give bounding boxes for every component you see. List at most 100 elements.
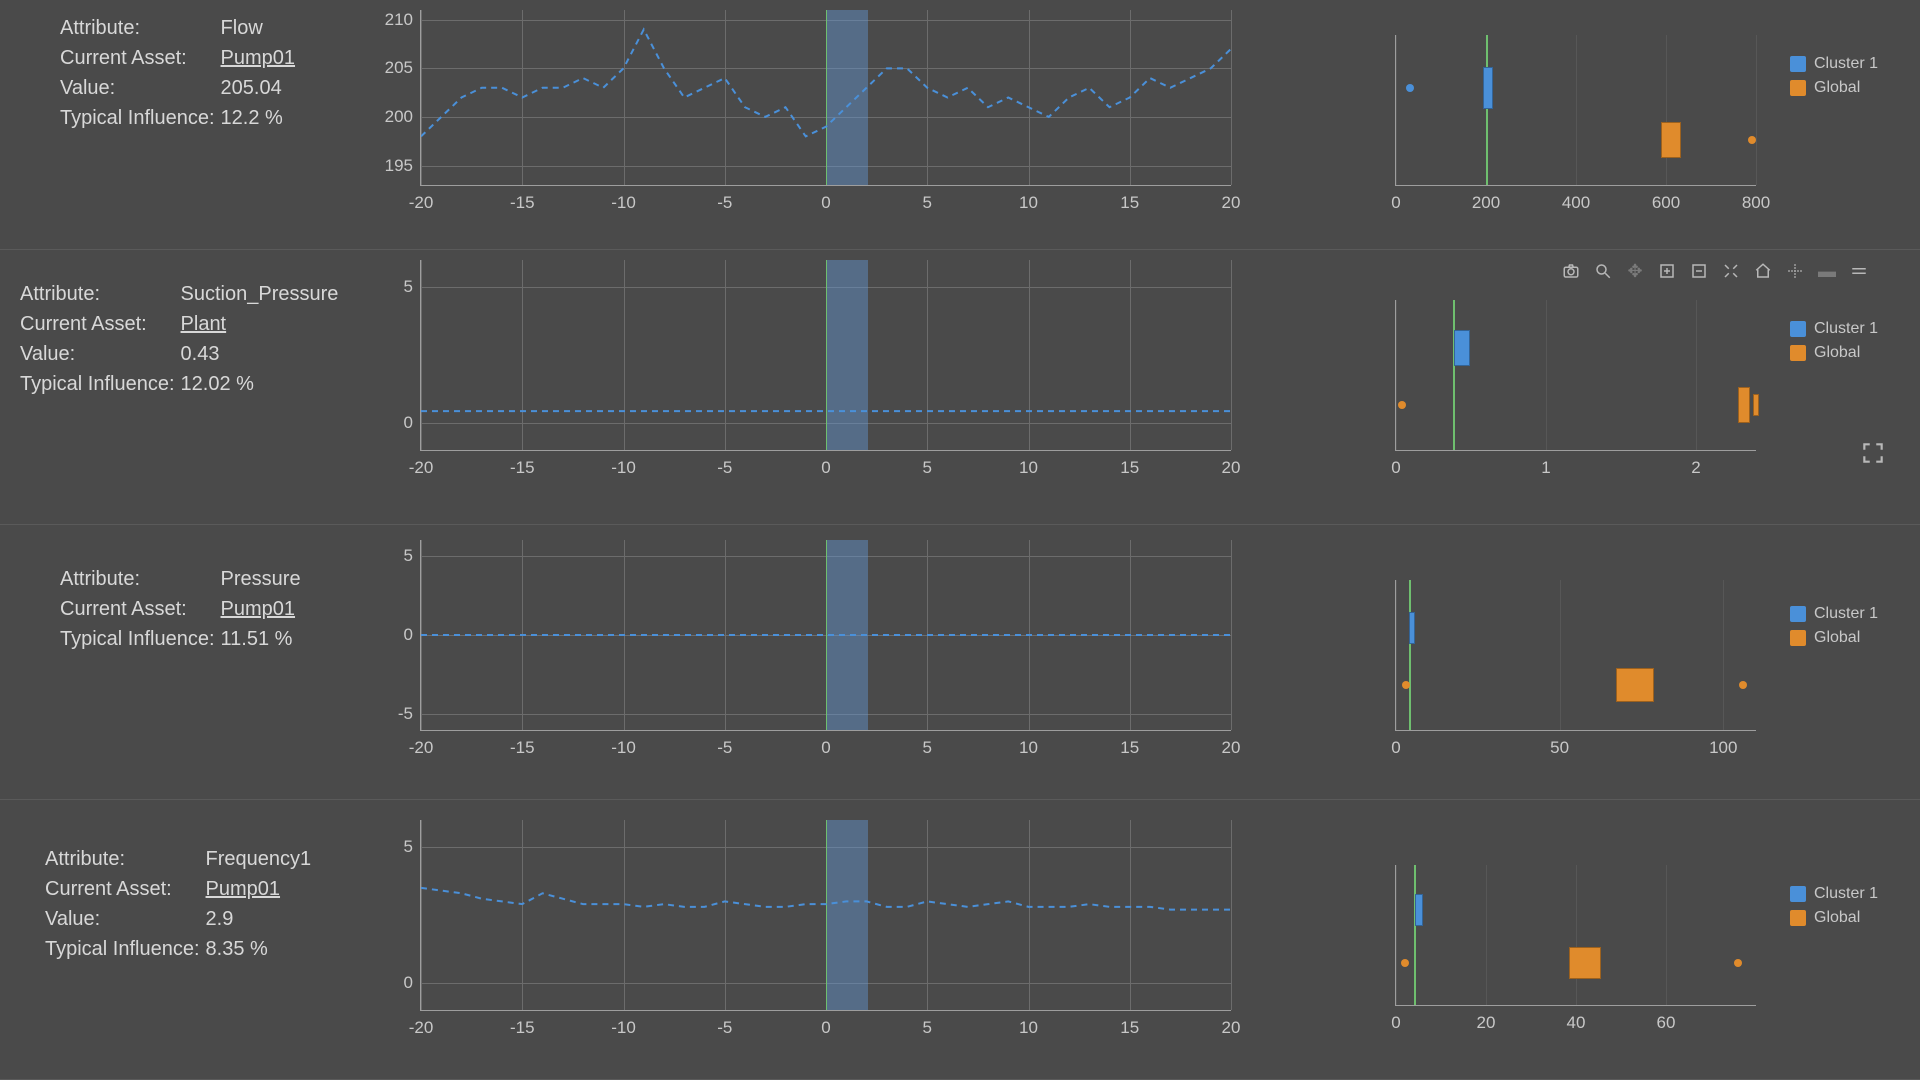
x-tick: 15: [1120, 458, 1139, 478]
x-tick: 60: [1657, 1013, 1676, 1033]
legend-swatch-cluster: [1790, 56, 1806, 72]
distribution-chart[interactable]: 050100: [1380, 580, 1760, 760]
dist-box: [1753, 394, 1759, 416]
y-tick: 0: [404, 413, 413, 433]
legend[interactable]: Cluster 1Global: [1790, 55, 1910, 103]
x-tick: 15: [1120, 1018, 1139, 1038]
metric-row-suction_pressure: Attribute:Suction_PressureCurrent Asset:…: [0, 250, 1920, 525]
x-tick: 10: [1019, 458, 1038, 478]
x-tick: -20: [409, 738, 434, 758]
x-tick: -15: [510, 193, 535, 213]
x-tick: -15: [510, 458, 535, 478]
legend[interactable]: Cluster 1Global: [1790, 605, 1910, 653]
x-tick: 0: [821, 193, 830, 213]
y-tick: 210: [385, 10, 413, 30]
timeseries-chart[interactable]: -20-15-10-50510152005: [375, 260, 1245, 480]
hover-closest-icon[interactable]: ▬: [1816, 260, 1838, 282]
camera-icon[interactable]: [1560, 260, 1582, 282]
legend[interactable]: Cluster 1 Global: [1790, 320, 1910, 368]
asset-link[interactable]: Pump01: [221, 598, 296, 620]
x-tick: 20: [1222, 193, 1241, 213]
cluster-marker-line: [1409, 580, 1411, 730]
legend-swatch-cluster: [1790, 321, 1806, 337]
x-tick: -10: [611, 458, 636, 478]
distribution-chart[interactable]: 0 20 40 60: [1380, 865, 1760, 1035]
info-panel: Attribute:Frequency1Current Asset:Pump01…: [45, 845, 415, 965]
x-tick: 0: [1391, 1013, 1400, 1033]
label-attribute: Attribute:: [60, 14, 221, 44]
asset-link[interactable]: Pump01: [206, 878, 281, 900]
distribution-chart[interactable]: 012: [1380, 300, 1760, 480]
label-value: Value:: [60, 74, 221, 104]
x-tick: 800: [1742, 193, 1770, 213]
y-tick: 5: [404, 546, 413, 566]
pan-icon[interactable]: ✥: [1624, 260, 1646, 282]
legend-label-global: Global: [1814, 344, 1860, 362]
label-value: Value:: [45, 905, 206, 935]
expand-icon[interactable]: [1860, 440, 1886, 471]
x-tick: 0: [1391, 193, 1400, 213]
value-value: 205.04: [221, 74, 302, 104]
x-tick: 20: [1477, 1013, 1496, 1033]
asset-link[interactable]: Plant: [181, 313, 227, 335]
zoom-icon[interactable]: [1592, 260, 1614, 282]
label-asset: Current Asset:: [45, 875, 206, 905]
home-icon[interactable]: [1752, 260, 1774, 282]
timeseries-chart[interactable]: -20-15-10-505101520-505: [375, 540, 1245, 760]
value-influence: 8.35 %: [206, 935, 318, 965]
x-tick: -5: [717, 1018, 732, 1038]
x-tick: -10: [611, 193, 636, 213]
x-tick: 15: [1120, 738, 1139, 758]
label-attribute: Attribute:: [60, 565, 221, 595]
y-tick: 5: [404, 277, 413, 297]
x-tick: -10: [611, 738, 636, 758]
timeseries-chart[interactable]: -20-15-10-505101520195200205210: [375, 10, 1245, 215]
dist-box: [1569, 947, 1601, 979]
y-tick: 195: [385, 156, 413, 176]
cluster-marker-line: [1453, 300, 1455, 450]
metric-row-frequency1: Attribute:Frequency1Current Asset:Pump01…: [0, 800, 1920, 1080]
value-value: 2.9: [206, 905, 318, 935]
autoscale-icon[interactable]: [1720, 260, 1742, 282]
cluster-marker-line: [1486, 35, 1488, 185]
x-tick: -20: [409, 458, 434, 478]
legend-swatch-global: [1790, 345, 1806, 361]
trace-line: [421, 260, 1231, 450]
label-asset: Current Asset:: [20, 310, 181, 340]
info-panel: Attribute:Suction_PressureCurrent Asset:…: [20, 280, 390, 400]
zoom-in-icon[interactable]: [1656, 260, 1678, 282]
x-tick: 20: [1222, 458, 1241, 478]
dist-point: [1402, 681, 1410, 689]
dist-point: [1739, 681, 1747, 689]
asset-link[interactable]: Pump01: [221, 47, 296, 69]
dist-box: [1483, 67, 1493, 109]
metric-row-pressure: Attribute:PressureCurrent Asset:Pump01Ty…: [0, 525, 1920, 800]
value-influence: 12.02 %: [181, 370, 345, 400]
dist-box: [1738, 387, 1750, 423]
legend-label-cluster: Cluster 1: [1814, 320, 1878, 338]
trace-line: [421, 10, 1231, 185]
x-tick: 20: [1222, 738, 1241, 758]
distribution-chart[interactable]: 0200400600800: [1380, 35, 1760, 215]
trace-line: [421, 540, 1231, 730]
dist-box: [1415, 894, 1423, 926]
dist-point: [1398, 401, 1406, 409]
x-tick: 5: [923, 1018, 932, 1038]
timeseries-chart[interactable]: -20-15-10-50510152005: [375, 820, 1245, 1040]
legend-label-cluster: Cluster 1: [1814, 605, 1878, 623]
x-tick: -10: [611, 1018, 636, 1038]
value-influence: 11.51 %: [221, 625, 307, 655]
value-attribute: Pressure: [221, 565, 307, 595]
label-value: Value:: [20, 340, 181, 370]
x-tick: -5: [717, 193, 732, 213]
zoom-out-icon[interactable]: [1688, 260, 1710, 282]
x-tick: 5: [923, 738, 932, 758]
legend[interactable]: Cluster 1Global: [1790, 885, 1910, 933]
legend-swatch-cluster: [1790, 606, 1806, 622]
dist-box: [1661, 122, 1681, 158]
x-tick: 40: [1567, 1013, 1586, 1033]
x-tick: 10: [1019, 738, 1038, 758]
y-tick: 205: [385, 58, 413, 78]
hover-compare-icon[interactable]: [1848, 260, 1870, 282]
spikelines-icon[interactable]: [1784, 260, 1806, 282]
